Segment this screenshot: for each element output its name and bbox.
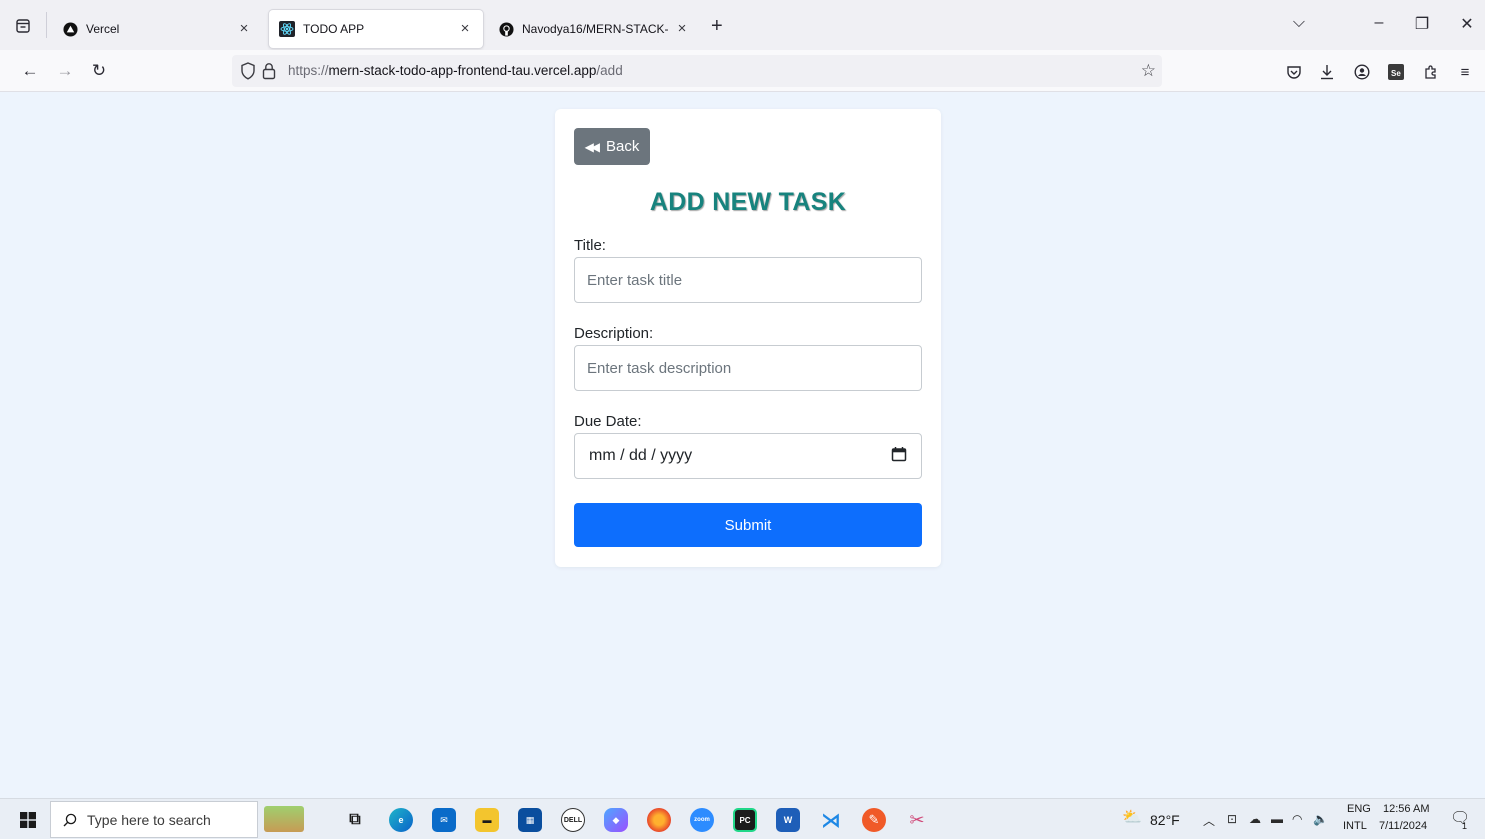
extensions-icon[interactable] xyxy=(1421,62,1441,82)
word-icon[interactable]: W xyxy=(776,808,800,832)
tab-vercel[interactable]: Vercel × xyxy=(52,10,262,48)
taskbar-search-box[interactable]: Type here to search xyxy=(50,801,258,838)
microsoft-store-icon[interactable]: ▦ xyxy=(518,808,542,832)
task-view-icon[interactable]: ⧉ xyxy=(343,808,367,832)
copilot-icon[interactable]: ◆ xyxy=(604,808,628,832)
url-host: mern-stack-todo-app-frontend-tau.vercel.… xyxy=(328,63,597,78)
back-button[interactable]: ◀◀ Back xyxy=(574,128,650,165)
zoom-icon[interactable]: zoom xyxy=(690,808,714,832)
file-explorer-icon[interactable]: ▬ xyxy=(475,808,499,832)
reload-icon[interactable]: ↻ xyxy=(89,61,109,81)
window-close-icon[interactable]: ✕ xyxy=(1456,14,1478,34)
title-label: Title: xyxy=(574,237,606,254)
due-date-input[interactable]: mm / dd / yyyy xyxy=(574,433,922,479)
tab-title: Navodya16/MERN-STACK-TOD xyxy=(522,22,668,36)
page-viewport: ◀◀ Back ADD NEW TASK Title: Description:… xyxy=(0,92,1485,798)
wifi-icon[interactable]: ◠ xyxy=(1292,812,1302,826)
description-input[interactable] xyxy=(574,345,922,391)
menu-icon[interactable]: ≡ xyxy=(1455,62,1475,82)
dell-icon[interactable]: DELL xyxy=(561,808,585,832)
shield-icon[interactable] xyxy=(240,62,256,85)
tab-separator xyxy=(46,12,47,38)
chevron-up-icon[interactable]: ︿ xyxy=(1203,812,1215,829)
notification-count: 1 xyxy=(1462,821,1468,831)
pocket-icon[interactable] xyxy=(1284,62,1304,82)
page-title: ADD NEW TASK xyxy=(649,188,847,216)
weather-icon[interactable]: ⛅ xyxy=(1122,807,1142,827)
back-arrow-icon[interactable]: ← xyxy=(20,61,40,81)
close-icon[interactable]: × xyxy=(457,21,473,37)
tab-title: TODO APP xyxy=(303,22,365,36)
tab-github[interactable]: Navodya16/MERN-STACK-TOD × xyxy=(488,10,700,48)
tab-list-icon[interactable] xyxy=(14,17,32,35)
forward-arrow-icon[interactable]: → xyxy=(55,61,75,81)
url-path: /add xyxy=(596,63,623,78)
tab-todo-app[interactable]: TODO APP × xyxy=(269,10,483,48)
selenium-extension-icon[interactable]: Se xyxy=(1386,62,1406,82)
mail-icon[interactable]: ✉ xyxy=(432,808,456,832)
search-icon xyxy=(63,813,77,827)
language-bottom[interactable]: INTL xyxy=(1343,820,1367,832)
svg-text:Se: Se xyxy=(1391,69,1401,78)
firefox-icon[interactable] xyxy=(647,808,671,832)
clock-time[interactable]: 12:56 AM xyxy=(1383,803,1429,815)
list-all-tabs-icon[interactable]: ⌵ xyxy=(1288,14,1310,32)
account-icon[interactable] xyxy=(1352,62,1372,82)
rewind-icon: ◀◀ xyxy=(584,139,601,154)
snipping-tool-icon[interactable]: ✂ xyxy=(905,808,929,832)
navigation-bar: ← → ↻ https://mern-stack-todo-app-fronte… xyxy=(0,50,1485,92)
minimize-icon[interactable]: – xyxy=(1368,14,1390,32)
tab-title: Vercel xyxy=(86,22,120,36)
battery-icon[interactable]: ▬ xyxy=(1271,812,1283,826)
tab-strip: Vercel × TODO APP × Navodya16/MERN-STACK… xyxy=(0,0,1485,50)
lock-icon[interactable] xyxy=(262,62,276,85)
search-placeholder: Type here to search xyxy=(87,811,211,828)
volume-icon[interactable]: 🔈 xyxy=(1313,812,1328,826)
pycharm-icon[interactable]: PC xyxy=(733,808,757,832)
edge-icon[interactable]: e xyxy=(389,808,413,832)
due-date-placeholder: mm / dd / yyyy xyxy=(589,447,693,464)
widgets-landscape-icon[interactable] xyxy=(264,806,304,832)
vercel-icon xyxy=(62,21,78,37)
new-tab-button[interactable]: + xyxy=(711,16,723,36)
description-label: Description: xyxy=(574,325,654,342)
weather-temperature[interactable]: 82°F xyxy=(1150,812,1180,828)
calendar-icon[interactable] xyxy=(891,446,907,467)
windows-taskbar: Type here to search ⧉ e ✉ ▬ ▦ DELL ◆ zoo… xyxy=(0,798,1485,839)
url-text[interactable]: https://mern-stack-todo-app-frontend-tau… xyxy=(288,63,623,78)
react-icon xyxy=(279,21,295,37)
close-icon[interactable]: × xyxy=(236,21,252,37)
url-bar[interactable]: https://mern-stack-todo-app-frontend-tau… xyxy=(232,55,1162,87)
back-button-label: Back xyxy=(606,138,640,155)
close-icon[interactable]: × xyxy=(674,21,690,37)
submit-button[interactable]: Submit xyxy=(574,503,922,547)
language-top[interactable]: ENG xyxy=(1347,803,1371,815)
postman-icon[interactable]: ✎ xyxy=(862,808,886,832)
title-input[interactable] xyxy=(574,257,922,303)
downloads-icon[interactable] xyxy=(1317,62,1337,82)
vscode-icon[interactable]: ⋊ xyxy=(819,808,843,832)
github-icon xyxy=(498,21,514,37)
url-scheme: https:// xyxy=(288,63,329,78)
notification-icon[interactable]: 🗨 xyxy=(1450,808,1470,828)
bookmark-star-icon[interactable]: ☆ xyxy=(1141,61,1156,81)
windows-start-icon[interactable] xyxy=(20,812,36,833)
restore-icon[interactable]: ❐ xyxy=(1411,14,1433,34)
meet-now-icon[interactable]: ⊡ xyxy=(1227,812,1237,826)
due-date-label: Due Date: xyxy=(574,413,642,430)
onedrive-cloud-icon[interactable]: ☁ xyxy=(1249,812,1261,826)
add-task-card: ◀◀ Back ADD NEW TASK Title: Description:… xyxy=(555,109,941,567)
clock-date[interactable]: 7/11/2024 xyxy=(1379,820,1427,832)
